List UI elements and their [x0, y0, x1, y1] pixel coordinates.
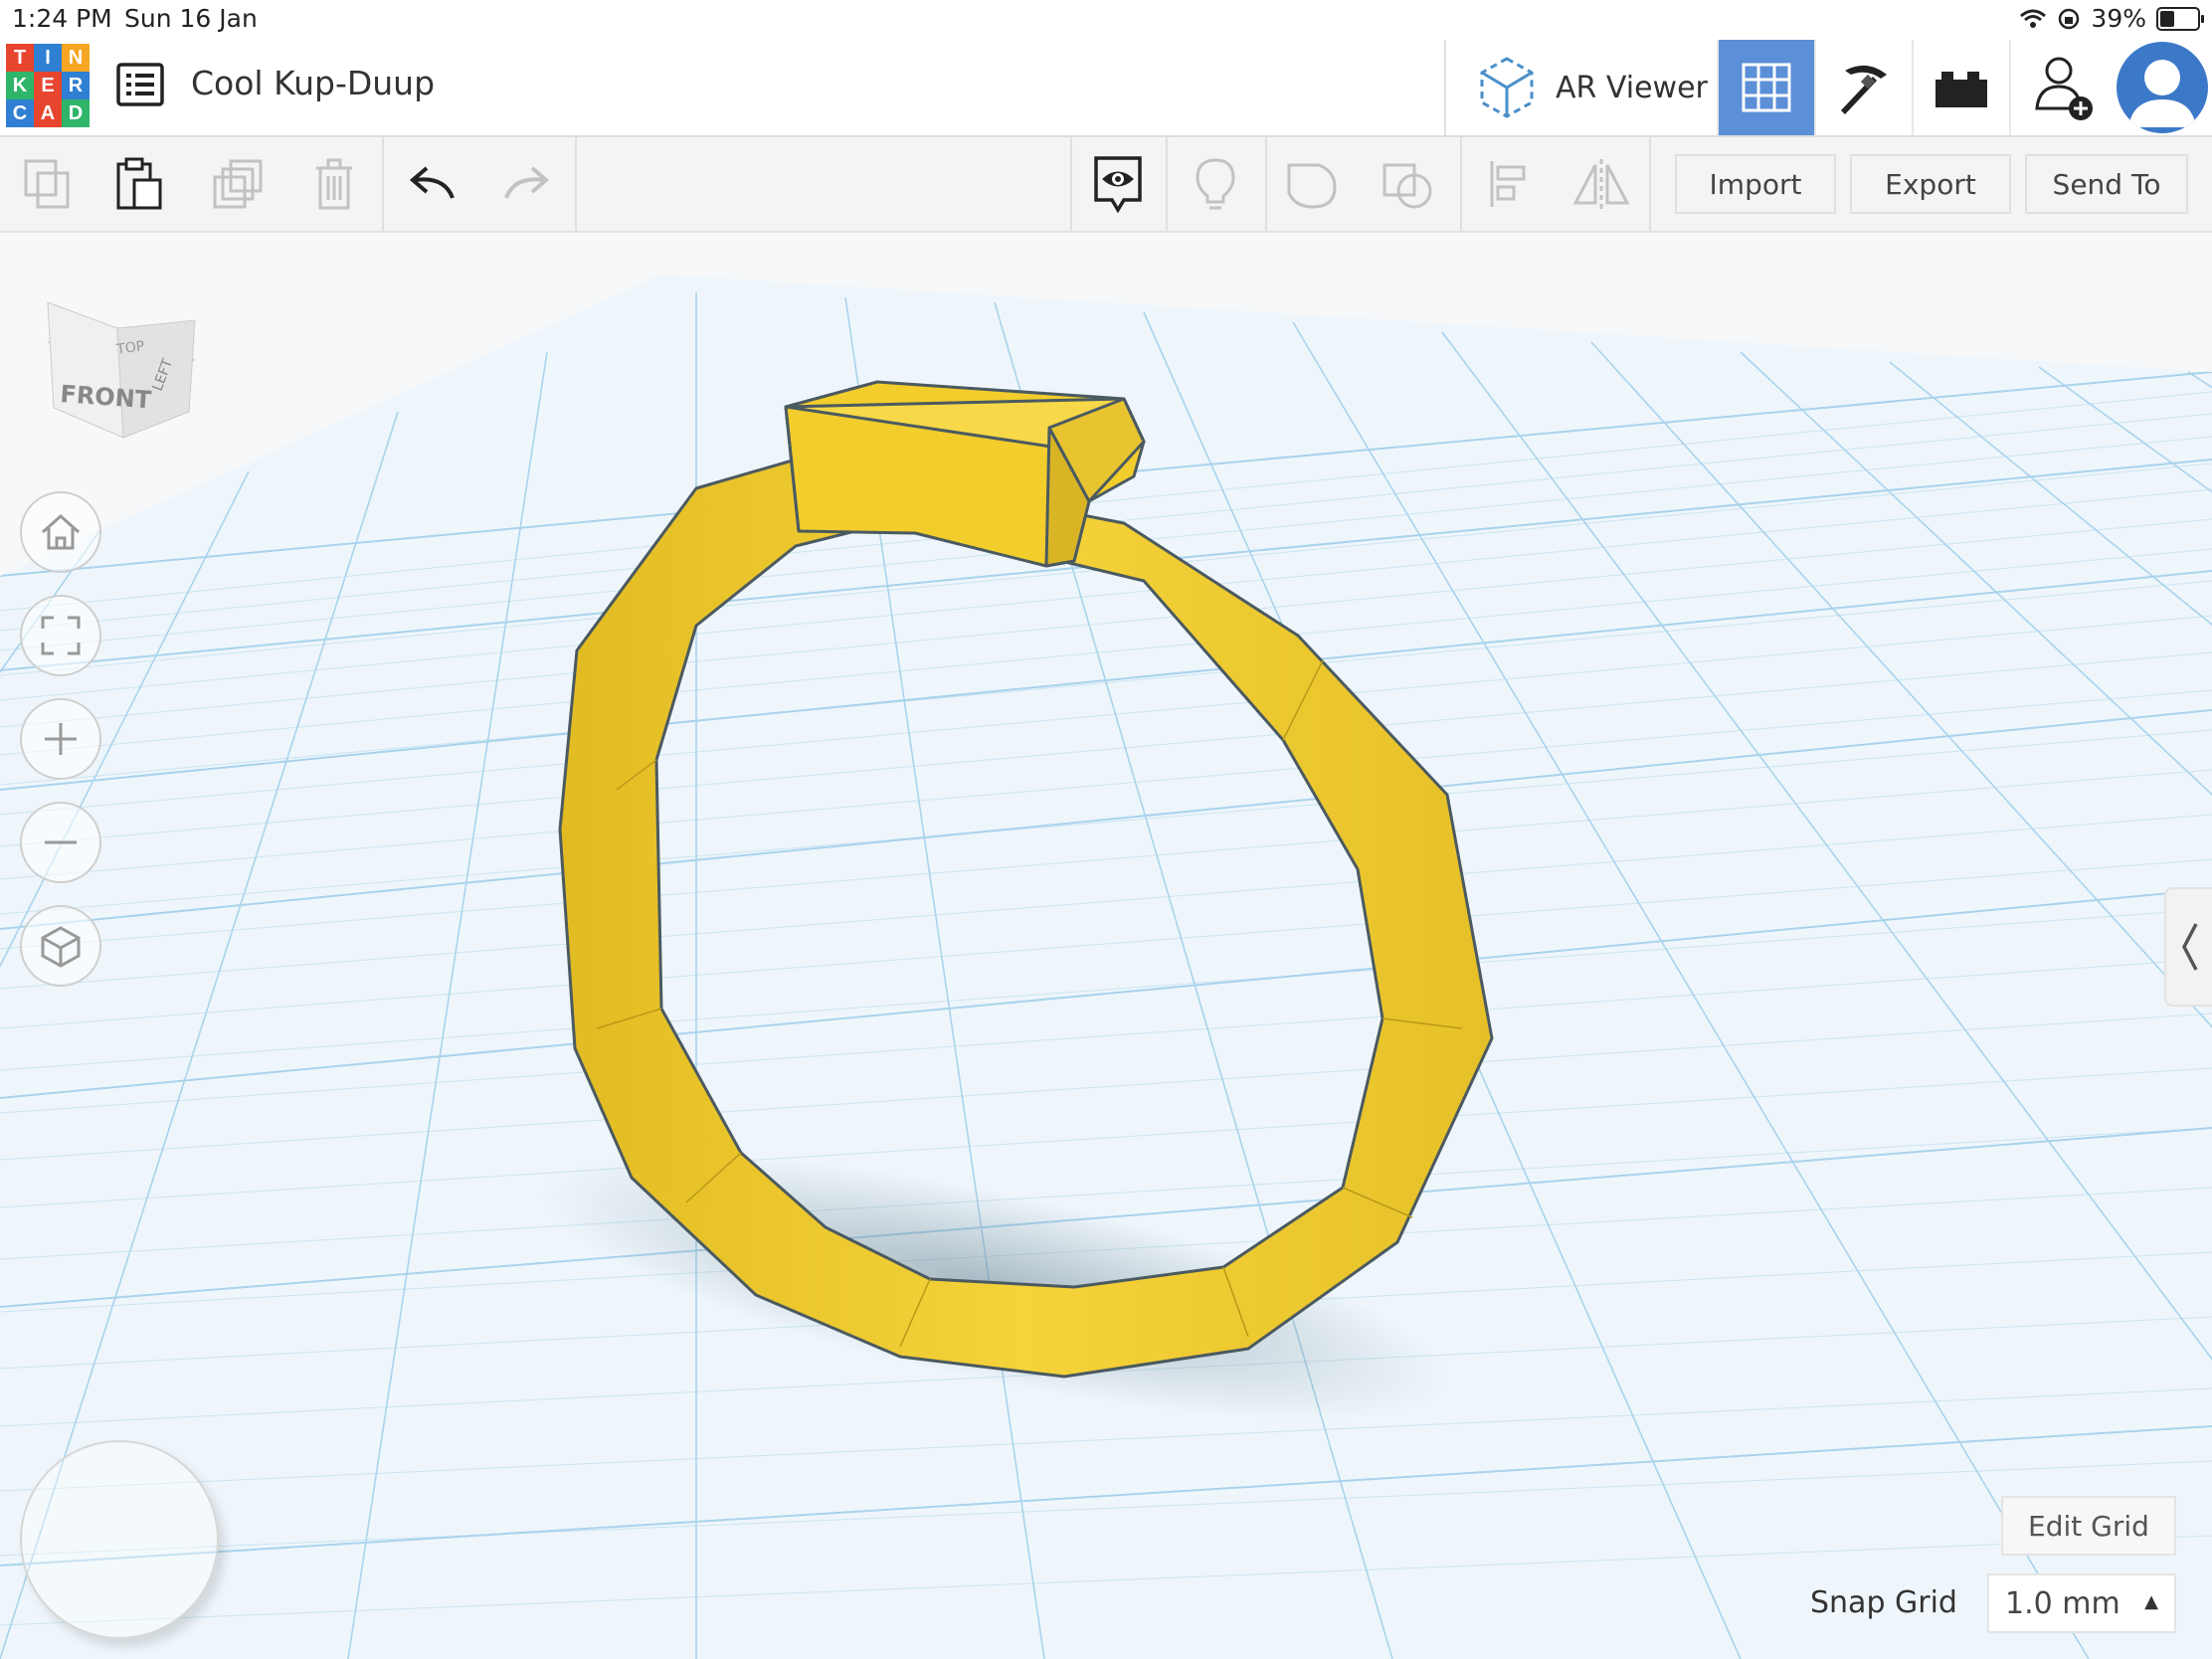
home-view-button[interactable]: [20, 491, 101, 573]
trash-icon: [316, 158, 352, 210]
group-button[interactable]: [1267, 137, 1359, 231]
fit-view-button[interactable]: [20, 595, 101, 676]
plus-icon: [45, 723, 77, 755]
logo-letter: A: [34, 99, 62, 127]
redo-button[interactable]: [479, 137, 571, 231]
shapes-panel-toggle[interactable]: [2164, 887, 2212, 1007]
battery-percent: 39%: [2091, 4, 2146, 33]
delete-button[interactable]: [288, 137, 380, 231]
edit-toolbar: Import Export Send To: [0, 137, 2212, 233]
duplicate-button[interactable]: [193, 137, 284, 231]
ar-viewer-label: AR Viewer: [1556, 70, 1708, 105]
undo-button[interactable]: [388, 137, 479, 231]
snap-grid-value: 1.0 mm: [2005, 1585, 2120, 1621]
ungroup-icon: [1382, 163, 1432, 209]
minus-icon: [45, 840, 77, 844]
view-3d-design-button[interactable]: [1717, 40, 1814, 135]
snap-grid-select[interactable]: 1.0 mm ▲: [1987, 1573, 2176, 1633]
user-avatar-icon: [2128, 60, 2196, 127]
app-header: T I N K E R C A D Cool Kup-Duup AR Viewe…: [0, 40, 2212, 137]
paste-button[interactable]: [93, 137, 185, 231]
projection-toggle-button[interactable]: [20, 905, 101, 987]
logo-letter: I: [34, 44, 62, 72]
brick-icon: [1936, 72, 1987, 107]
list-icon: [116, 63, 164, 106]
undo-icon: [409, 166, 455, 199]
grid-icon: [1742, 63, 1791, 112]
view-cube[interactable]: TOP FRONT LEFT: [40, 282, 209, 452]
ar-viewer-button[interactable]: AR Viewer: [1444, 40, 1717, 135]
bricks-button[interactable]: [1912, 40, 2009, 135]
add-user-icon: [2035, 57, 2093, 120]
perspective-cube-icon: [41, 926, 81, 968]
status-date: Sun 16 Jan: [124, 4, 258, 33]
status-time: 1:24 PM: [12, 4, 112, 33]
workplane-viewport[interactable]: TOP FRONT LEFT Edit Grid Snap Grid 1.0 m…: [0, 233, 2212, 1659]
lightbulb-icon: [1196, 158, 1235, 210]
orbit-joystick[interactable]: [20, 1440, 219, 1639]
import-button[interactable]: Import: [1675, 154, 1836, 214]
status-right: 39%: [2019, 4, 2204, 33]
show-all-button[interactable]: [1072, 137, 1164, 231]
invite-people-button[interactable]: [2009, 40, 2117, 135]
align-button[interactable]: [1462, 137, 1554, 231]
rotation-lock-icon: [2059, 8, 2080, 29]
duplicate-icon: [213, 159, 263, 209]
snap-grid-label: Snap Grid: [1810, 1585, 1957, 1620]
pickaxe-icon: [1841, 65, 1887, 114]
export-button[interactable]: Export: [1850, 154, 2011, 214]
tinkercad-logo[interactable]: T I N K E R C A D: [6, 44, 90, 127]
design-list-button[interactable]: [115, 62, 165, 107]
caret-up-icon: ▲: [2144, 1591, 2158, 1612]
ungroup-button[interactable]: [1363, 137, 1454, 231]
user-avatar[interactable]: [2117, 42, 2208, 133]
wifi-icon: [2020, 9, 2047, 28]
mirror-button[interactable]: [1556, 137, 1647, 231]
logo-letter: K: [6, 72, 34, 99]
logo-letter: T: [6, 44, 34, 72]
copy-icon: [24, 159, 70, 209]
logo-letter: N: [62, 44, 90, 72]
ar-cube-icon: [1480, 57, 1534, 118]
logo-letter: R: [62, 72, 90, 99]
logo-letter: C: [6, 99, 34, 127]
logo-letter: E: [34, 72, 62, 99]
eye-bubble-icon: [1094, 156, 1142, 214]
group-icon: [1287, 163, 1337, 209]
fit-all-icon: [41, 616, 81, 655]
clipboard-icon: [116, 157, 162, 210]
copy-button[interactable]: [2, 137, 93, 231]
chevron-left-icon: [2182, 923, 2198, 971]
home-icon: [42, 513, 80, 550]
battery-icon: [2156, 6, 2204, 31]
blocks-button[interactable]: [1814, 40, 1912, 135]
redo-icon: [504, 166, 550, 199]
mirror-icon: [1572, 159, 1630, 209]
logo-letter: D: [62, 99, 90, 127]
zoom-in-button[interactable]: [20, 698, 101, 780]
status-bar: 1:24 PM Sun 16 Jan 39%: [0, 0, 2212, 40]
zoom-out-button[interactable]: [20, 802, 101, 883]
align-icon: [1490, 161, 1526, 207]
project-title[interactable]: Cool Kup-Duup: [191, 64, 435, 102]
send-to-button[interactable]: Send To: [2025, 154, 2188, 214]
notes-button[interactable]: [1170, 137, 1261, 231]
workplane-scene: [0, 275, 2212, 1659]
edit-grid-button[interactable]: Edit Grid: [2001, 1496, 2176, 1556]
